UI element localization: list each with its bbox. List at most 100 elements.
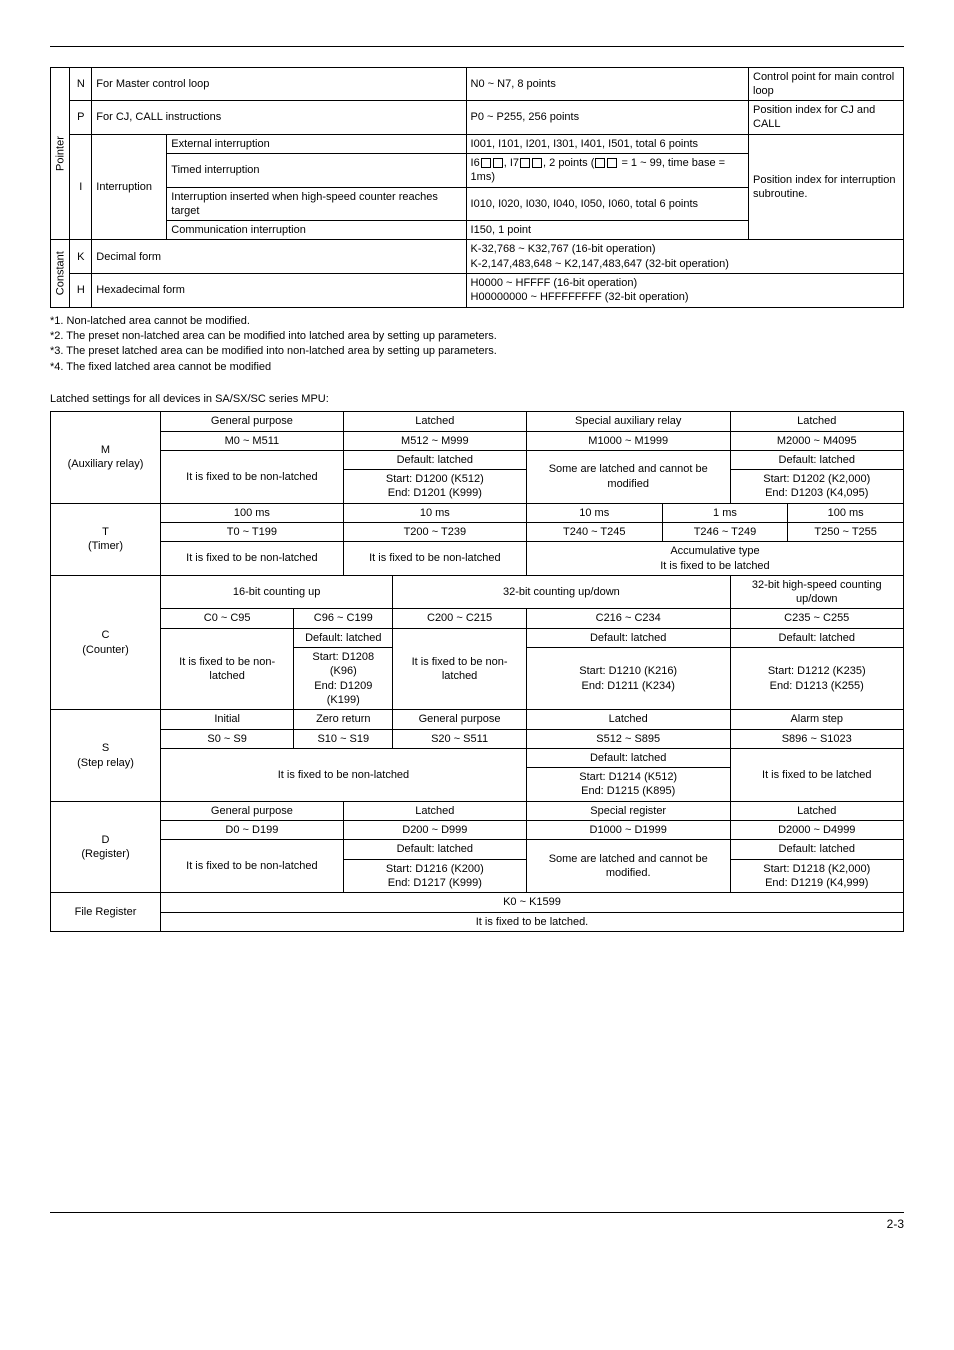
n-range: N0 ~ N7, 8 points bbox=[466, 67, 748, 101]
i-ext-val: I001, I101, I201, I301, I401, I501, tota… bbox=[466, 134, 748, 153]
s-r1-c: General purpose bbox=[393, 710, 527, 729]
s-r1-b: Zero return bbox=[294, 710, 393, 729]
c-r3-a: It is fixed to be non-latched bbox=[161, 628, 294, 709]
m-r2-b: M512 ~ M999 bbox=[343, 431, 526, 450]
d-r2-c: D1000 ~ D1999 bbox=[526, 821, 730, 840]
s-r2-c: S20 ~ S511 bbox=[393, 729, 527, 748]
m-r3-d2: Start: D1202 (K2,000) End: D1203 (K4,095… bbox=[730, 470, 904, 504]
code-n: N bbox=[70, 67, 92, 101]
d-r3-c: Some are latched and cannot be modified. bbox=[526, 840, 730, 893]
c-r3-e1: Default: latched bbox=[730, 628, 904, 647]
i-rightnote: Position index for interruption subrouti… bbox=[749, 134, 904, 240]
i-timed-label: Timed interruption bbox=[167, 153, 466, 187]
m-r1-b: Latched bbox=[343, 412, 526, 431]
d-r1-c: Special register bbox=[526, 801, 730, 820]
i-timed-val: I6, I7, 2 points ( = 1 ~ 99, time base =… bbox=[466, 153, 748, 187]
d-r1-b: Latched bbox=[343, 801, 526, 820]
t-r2-a: T0 ~ T199 bbox=[161, 523, 344, 542]
t-r1-e: 100 ms bbox=[788, 503, 904, 522]
d-r3-a: It is fixed to be non-latched bbox=[161, 840, 344, 893]
s-r3-c: It is fixed to be latched bbox=[730, 748, 904, 801]
d-r3-d2: Start: D1218 (K2,000) End: D1219 (K4,999… bbox=[730, 859, 904, 893]
m-label: M (Auxiliary relay) bbox=[51, 412, 161, 503]
d-r3-b1: Default: latched bbox=[343, 840, 526, 859]
s-r1-d: Latched bbox=[526, 710, 730, 729]
c-label: C (Counter) bbox=[51, 575, 161, 709]
d-r1-a: General purpose bbox=[161, 801, 344, 820]
c-r2-b: C96 ~ C199 bbox=[294, 609, 393, 628]
note-1: *1. Non-latched area cannot be modified. bbox=[50, 314, 904, 329]
s-label: S (Step relay) bbox=[51, 710, 161, 801]
k-range: K-32,768 ~ K32,767 (16-bit operation) K-… bbox=[466, 240, 903, 274]
s-r1-a: Initial bbox=[161, 710, 294, 729]
f-label: File Register bbox=[51, 893, 161, 932]
f-r1: K0 ~ K1599 bbox=[161, 893, 904, 912]
m-r1-c: Special auxiliary relay bbox=[526, 412, 730, 431]
s-r3-b1: Default: latched bbox=[526, 748, 730, 767]
c-r2-e: C235 ~ C255 bbox=[730, 609, 904, 628]
p-range: P0 ~ P255, 256 points bbox=[466, 101, 748, 135]
note-3: *3. The preset latched area can be modif… bbox=[50, 344, 904, 359]
t-r2-b: T200 ~ T239 bbox=[343, 523, 526, 542]
vlabel-constant: Constant bbox=[51, 240, 70, 307]
c-r2-c: C200 ~ C215 bbox=[393, 609, 527, 628]
t-r1-d: 1 ms bbox=[662, 503, 788, 522]
c-r3-e2: Start: D1212 (K235) End: D1213 (K255) bbox=[730, 648, 904, 710]
s-r2-a: S0 ~ S9 bbox=[161, 729, 294, 748]
c-r3-c: It is fixed to be non-latched bbox=[393, 628, 527, 709]
c-r1-a: 16-bit counting up bbox=[161, 575, 393, 609]
t-r2-d: T246 ~ T249 bbox=[662, 523, 788, 542]
m-r2-c: M1000 ~ M1999 bbox=[526, 431, 730, 450]
note-2: *2. The preset non-latched area can be m… bbox=[50, 329, 904, 344]
c-r3-b1: Default: latched bbox=[294, 628, 393, 647]
i-hispeed-val: I010, I020, I030, I040, I050, I060, tota… bbox=[466, 187, 748, 221]
note-4: *4. The fixed latched area cannot be mod… bbox=[50, 360, 904, 375]
c-r1-b: 32-bit counting up/down bbox=[393, 575, 730, 609]
t-r3-b: It is fixed to be non-latched bbox=[343, 542, 526, 576]
h-range: H0000 ~ HFFFF (16-bit operation) H000000… bbox=[466, 274, 903, 308]
d-r2-d: D2000 ~ D4999 bbox=[730, 821, 904, 840]
table-latched-settings: M (Auxiliary relay) General purpose Latc… bbox=[50, 411, 904, 932]
t-label: T (Timer) bbox=[51, 503, 161, 575]
p-note: Position index for CJ and CALL bbox=[749, 101, 904, 135]
m-r3-c: Some are latched and cannot be modified bbox=[526, 450, 730, 503]
c-r3-b2: Start: D1208 (K96) End: D1209 (K199) bbox=[294, 648, 393, 710]
n-note: Control point for main control loop bbox=[749, 67, 904, 101]
t-r3-c: Accumulative type It is fixed to be latc… bbox=[526, 542, 903, 576]
m-r2-a: M0 ~ M511 bbox=[161, 431, 344, 450]
t-r1-c: 10 ms bbox=[526, 503, 662, 522]
i-comm-val: I150, 1 point bbox=[466, 221, 748, 240]
table-pointer-constant: Pointer N For Master control loop N0 ~ N… bbox=[50, 67, 904, 308]
d-r2-b: D200 ~ D999 bbox=[343, 821, 526, 840]
code-h: H bbox=[70, 274, 92, 308]
vlabel-pointer: Pointer bbox=[51, 67, 70, 240]
p-desc: For CJ, CALL instructions bbox=[92, 101, 466, 135]
s-r2-d: S512 ~ S895 bbox=[526, 729, 730, 748]
i-ext-label: External interruption bbox=[167, 134, 466, 153]
t-r2-c: T240 ~ T245 bbox=[526, 523, 662, 542]
d-r3-d1: Default: latched bbox=[730, 840, 904, 859]
m-r1-a: General purpose bbox=[161, 412, 344, 431]
m-r1-d: Latched bbox=[730, 412, 904, 431]
d-r2-a: D0 ~ D199 bbox=[161, 821, 344, 840]
d-r1-d: Latched bbox=[730, 801, 904, 820]
f-r2: It is fixed to be latched. bbox=[161, 912, 904, 931]
page-number: 2-3 bbox=[50, 1217, 904, 1231]
s-r2-b: S10 ~ S19 bbox=[294, 729, 393, 748]
k-desc: Decimal form bbox=[92, 240, 466, 274]
m-r3-d1: Default: latched bbox=[730, 450, 904, 469]
t-r1-b: 10 ms bbox=[343, 503, 526, 522]
section-title: Latched settings for all devices in SA/S… bbox=[50, 393, 904, 405]
code-k: K bbox=[70, 240, 92, 274]
m-r3-a: It is fixed to be non-latched bbox=[161, 450, 344, 503]
n-desc: For Master control loop bbox=[92, 67, 466, 101]
i-comm-label: Communication interruption bbox=[167, 221, 466, 240]
s-r2-e: S896 ~ S1023 bbox=[730, 729, 904, 748]
s-r3-a: It is fixed to be non-latched bbox=[161, 748, 527, 801]
code-p: P bbox=[70, 101, 92, 135]
d-label: D (Register) bbox=[51, 801, 161, 892]
s-r3-b2: Start: D1214 (K512) End: D1215 (K895) bbox=[526, 768, 730, 802]
t-r3-a: It is fixed to be non-latched bbox=[161, 542, 344, 576]
m-r3-b1: Default: latched bbox=[343, 450, 526, 469]
c-r3-d2: Start: D1210 (K216) End: D1211 (K234) bbox=[526, 648, 730, 710]
